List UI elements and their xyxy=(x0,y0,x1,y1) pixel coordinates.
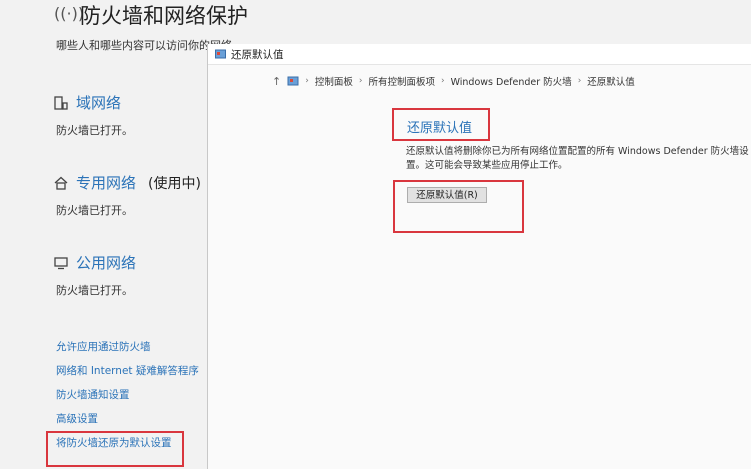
private-network-link[interactable]: 专用网络 xyxy=(76,172,136,193)
public-network-section: 公用网络 防火墙已打开。 xyxy=(54,252,136,298)
up-arrow-icon[interactable]: ↑ xyxy=(272,75,281,88)
control-panel-icon xyxy=(215,49,226,58)
breadcrumb-item[interactable]: 控制面板 xyxy=(315,74,353,88)
private-network-status: 防火墙已打开。 xyxy=(56,204,133,217)
breadcrumb-item[interactable]: 还原默认值 xyxy=(587,74,635,88)
dialog-description: 还原默认值将删除你已为所有网络位置配置的所有 Windows Defender … xyxy=(406,146,749,171)
breadcrumb-separator-icon: › xyxy=(358,76,363,86)
allow-app-through-firewall-link[interactable]: 允许应用通过防火墙 xyxy=(56,340,199,364)
breadcrumb-separator-icon: › xyxy=(305,76,309,86)
domain-network-link[interactable]: 域网络 xyxy=(76,92,121,113)
address-bar: ↑ › 控制面板 › 所有控制面板项 › Windows Defender 防火… xyxy=(272,74,635,89)
dialog-titlebar: 还原默认值 xyxy=(208,44,751,65)
breadcrumb-item[interactable]: 所有控制面板项 xyxy=(368,74,435,88)
public-network-icon xyxy=(54,256,68,269)
firewall-notification-settings-link[interactable]: 防火墙通知设置 xyxy=(56,388,199,412)
dialog-title: 还原默认值 xyxy=(231,48,284,61)
domain-network-icon xyxy=(54,95,68,110)
private-network-section: 专用网络 (使用中) 防火墙已打开。 xyxy=(54,172,201,218)
public-network-link[interactable]: 公用网络 xyxy=(76,252,136,273)
breadcrumb-separator-icon: › xyxy=(577,76,582,86)
domain-network-status: 防火墙已打开。 xyxy=(56,124,133,137)
breadcrumb-separator-icon: › xyxy=(440,76,445,86)
private-network-in-use-label: (使用中) xyxy=(148,175,201,192)
domain-network-section: 域网络 防火墙已打开。 xyxy=(54,92,133,138)
control-panel-breadcrumb-icon[interactable] xyxy=(287,75,299,87)
network-troubleshooter-link[interactable]: 网络和 Internet 疑难解答程序 xyxy=(56,364,199,388)
highlight-dialog-heading xyxy=(392,108,490,141)
page-description: 哪些人和哪些内容可以访问你的网络 xyxy=(56,39,232,52)
public-network-status: 防火墙已打开。 xyxy=(56,284,133,297)
page-title: 防火墙和网络保护 xyxy=(80,4,248,28)
highlight-restore-button xyxy=(393,180,524,233)
breadcrumb-item[interactable]: Windows Defender 防火墙 xyxy=(451,74,572,88)
home-network-icon xyxy=(54,176,68,190)
highlight-restore-link xyxy=(46,431,184,467)
